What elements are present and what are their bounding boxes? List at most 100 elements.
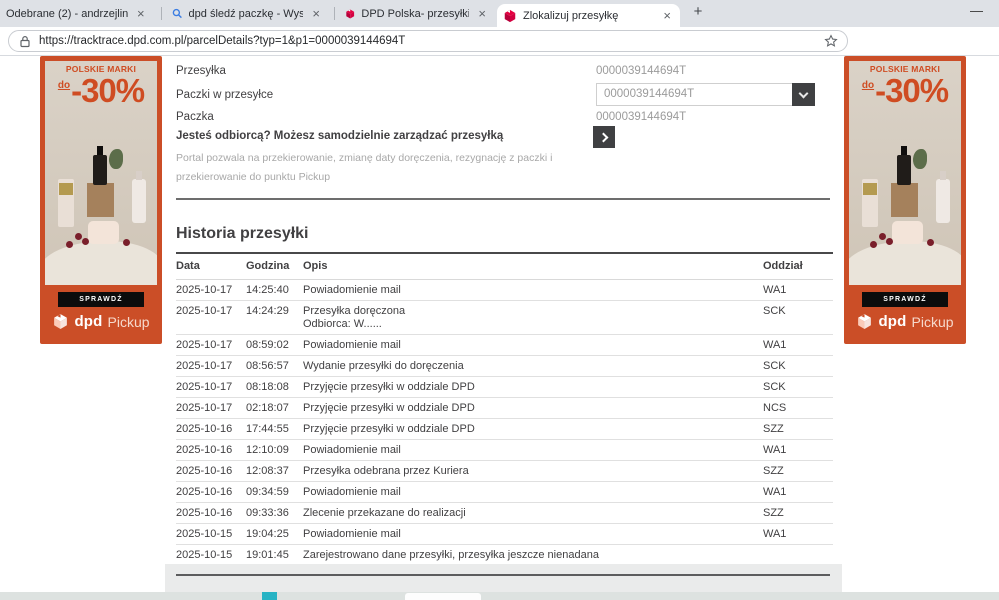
close-icon[interactable]: ×: [660, 9, 674, 22]
close-icon[interactable]: ×: [134, 7, 148, 20]
cell-date: 2025-10-17: [176, 301, 246, 335]
cell-description: Powiadomienie mail: [303, 524, 763, 545]
table-row: 2025-10-1708:18:08Przyjęcie przesyłki w …: [176, 377, 833, 398]
cell-date: 2025-10-15: [176, 545, 246, 566]
cell-date: 2025-10-16: [176, 482, 246, 503]
cell-branch: SZZ: [763, 503, 833, 524]
cell-date: 2025-10-17: [176, 356, 246, 377]
cell-branch: WA1: [763, 524, 833, 545]
cell-branch: SZZ: [763, 419, 833, 440]
cell-time: 02:18:07: [246, 398, 303, 419]
table-row: 2025-10-1519:01:45Zarejestrowano dane pr…: [176, 545, 833, 566]
ad-discount: do-30%: [45, 72, 157, 110]
col-header-branch: Oddział: [763, 253, 833, 280]
cell-branch: SCK: [763, 301, 833, 335]
recipient-note: Portal pozwala na przekierowanie, zmianę…: [176, 149, 621, 186]
ad-check-button[interactable]: SPRAWDŹ: [58, 292, 144, 307]
cell-description: Powiadomienie mail: [303, 335, 763, 356]
chevron-right-icon: [598, 132, 608, 142]
cell-time: 14:24:29: [246, 301, 303, 335]
dpd-favicon: [345, 7, 355, 21]
tab-title: dpd śledź paczkę - Wyszukaj: [189, 8, 304, 20]
shipment-label: Przesyłka: [176, 65, 226, 77]
table-row: 2025-10-1714:24:29Przesyłka doręczona Od…: [176, 301, 833, 335]
address-bar[interactable]: https://tracktrace.dpd.com.pl/parcelDeta…: [8, 30, 848, 52]
dpd-pickup-logo: dpd Pickup: [844, 313, 966, 330]
chevron-down-icon[interactable]: [792, 83, 815, 106]
cell-date: 2025-10-17: [176, 280, 246, 301]
url-text[interactable]: https://tracktrace.dpd.com.pl/parcelDeta…: [39, 35, 824, 47]
ad-discount: do-30%: [849, 72, 961, 110]
tab-mail[interactable]: Odebrane (2) - andrzejlinert7@gm ×: [0, 0, 155, 27]
history-title: Historia przesyłki: [176, 225, 309, 243]
ad-photo: POLSKIE MARKI do-30%: [45, 61, 157, 285]
ad-check-button[interactable]: SPRAWDŹ: [862, 292, 948, 307]
cell-description: Powiadomienie mail: [303, 280, 763, 301]
table-row: 2025-10-1609:34:59Powiadomienie mailWA1: [176, 482, 833, 503]
page-content: POLSKIE MARKI do-30% SPRAWDŹ dpd Pickup: [0, 56, 999, 600]
cell-time: 09:33:36: [246, 503, 303, 524]
recipient-question: Jesteś odbiorcą? Możesz samodzielnie zar…: [176, 130, 503, 142]
parcel-details-section: Przesyłka 0000039144694T Paczki w przesy…: [176, 56, 833, 600]
close-icon[interactable]: ×: [475, 7, 489, 20]
cell-date: 2025-10-17: [176, 398, 246, 419]
manage-parcel-button[interactable]: [593, 126, 615, 148]
parcels-selected-value: 0000039144694T: [604, 88, 694, 100]
history-table: Data Godzina Opis Oddział 2025-10-1714:2…: [176, 252, 833, 587]
tab-separator: [161, 7, 162, 20]
map-preview-strip: [0, 592, 999, 600]
bookmark-star-icon[interactable]: [824, 34, 838, 48]
cell-date: 2025-10-16: [176, 503, 246, 524]
new-tab-button[interactable]: +: [688, 3, 708, 20]
cell-branch: WA1: [763, 335, 833, 356]
tab-separator: [334, 7, 335, 20]
col-header-time: Godzina: [246, 253, 303, 280]
cell-time: 17:44:55: [246, 419, 303, 440]
col-header-date: Data: [176, 253, 246, 280]
cell-branch: WA1: [763, 440, 833, 461]
cell-time: 08:59:02: [246, 335, 303, 356]
cell-date: 2025-10-15: [176, 524, 246, 545]
cell-time: 09:34:59: [246, 482, 303, 503]
table-row: 2025-10-1617:44:55Przyjęcie przesyłki w …: [176, 419, 833, 440]
table-row: 2025-10-1708:59:02Powiadomienie mailWA1: [176, 335, 833, 356]
tab-search[interactable]: dpd śledź paczkę - Wyszukaj ×: [166, 0, 329, 27]
ad-banner-right[interactable]: POLSKIE MARKI do-30% SPRAWDŹ dpd Pickup: [844, 56, 966, 344]
tab-dpd-site[interactable]: DPD Polska- przesyłki kurierskie, s ×: [339, 0, 495, 27]
cell-branch: [763, 545, 833, 566]
shipment-value: 0000039144694T: [596, 65, 686, 77]
cell-time: 19:01:45: [246, 545, 303, 566]
cell-time: 12:10:09: [246, 440, 303, 461]
ad-banner-left[interactable]: POLSKIE MARKI do-30% SPRAWDŹ dpd Pickup: [40, 56, 162, 344]
cell-description: Przyjęcie przesyłki w oddziale DPD: [303, 398, 763, 419]
table-row: 2025-10-1609:33:36Zlecenie przekazane do…: [176, 503, 833, 524]
parcel-label: Paczka: [176, 111, 214, 123]
map-marker-fragment: [262, 592, 277, 600]
cell-description: Zlecenie przekazane do realizacji: [303, 503, 763, 524]
parcels-label: Paczki w przesyłce: [176, 89, 273, 101]
parcels-select[interactable]: 0000039144694T: [596, 83, 815, 106]
cell-time: 14:25:40: [246, 280, 303, 301]
close-icon[interactable]: ×: [309, 7, 323, 20]
dpd-pickup-logo: dpd Pickup: [40, 313, 162, 330]
cell-branch: NCS: [763, 398, 833, 419]
cell-description: Wydanie przesyłki do doręczenia: [303, 356, 763, 377]
section-divider: [176, 198, 830, 200]
tab-title: Zlokalizuj przesyłkę: [523, 10, 618, 22]
cell-branch: SZZ: [763, 461, 833, 482]
table-row: 2025-10-1708:56:57Wydanie przesyłki do d…: [176, 356, 833, 377]
ad-photo: POLSKIE MARKI do-30%: [849, 61, 961, 285]
cell-branch: WA1: [763, 280, 833, 301]
cell-description: Przesyłka doręczona Odbiorca: W......: [303, 301, 763, 335]
browser-toolbar: https://tracktrace.dpd.com.pl/parcelDeta…: [0, 27, 999, 56]
header-row: Data Godzina Opis Oddział: [176, 253, 833, 280]
tab-title: DPD Polska- przesyłki kurierskie, s: [361, 8, 469, 20]
search-icon: [172, 7, 183, 20]
parcel-value: 0000039144694T: [596, 111, 686, 123]
section-end-divider: [176, 574, 830, 576]
history-table-head: Data Godzina Opis Oddział: [176, 253, 833, 280]
history-table-body: 2025-10-1714:25:40Powiadomienie mailWA12…: [176, 280, 833, 587]
tab-track-parcel[interactable]: Zlokalizuj przesyłkę ×: [497, 4, 680, 27]
cell-description: Przyjęcie przesyłki w oddziale DPD: [303, 419, 763, 440]
window-minimize-button[interactable]: —: [964, 1, 989, 20]
